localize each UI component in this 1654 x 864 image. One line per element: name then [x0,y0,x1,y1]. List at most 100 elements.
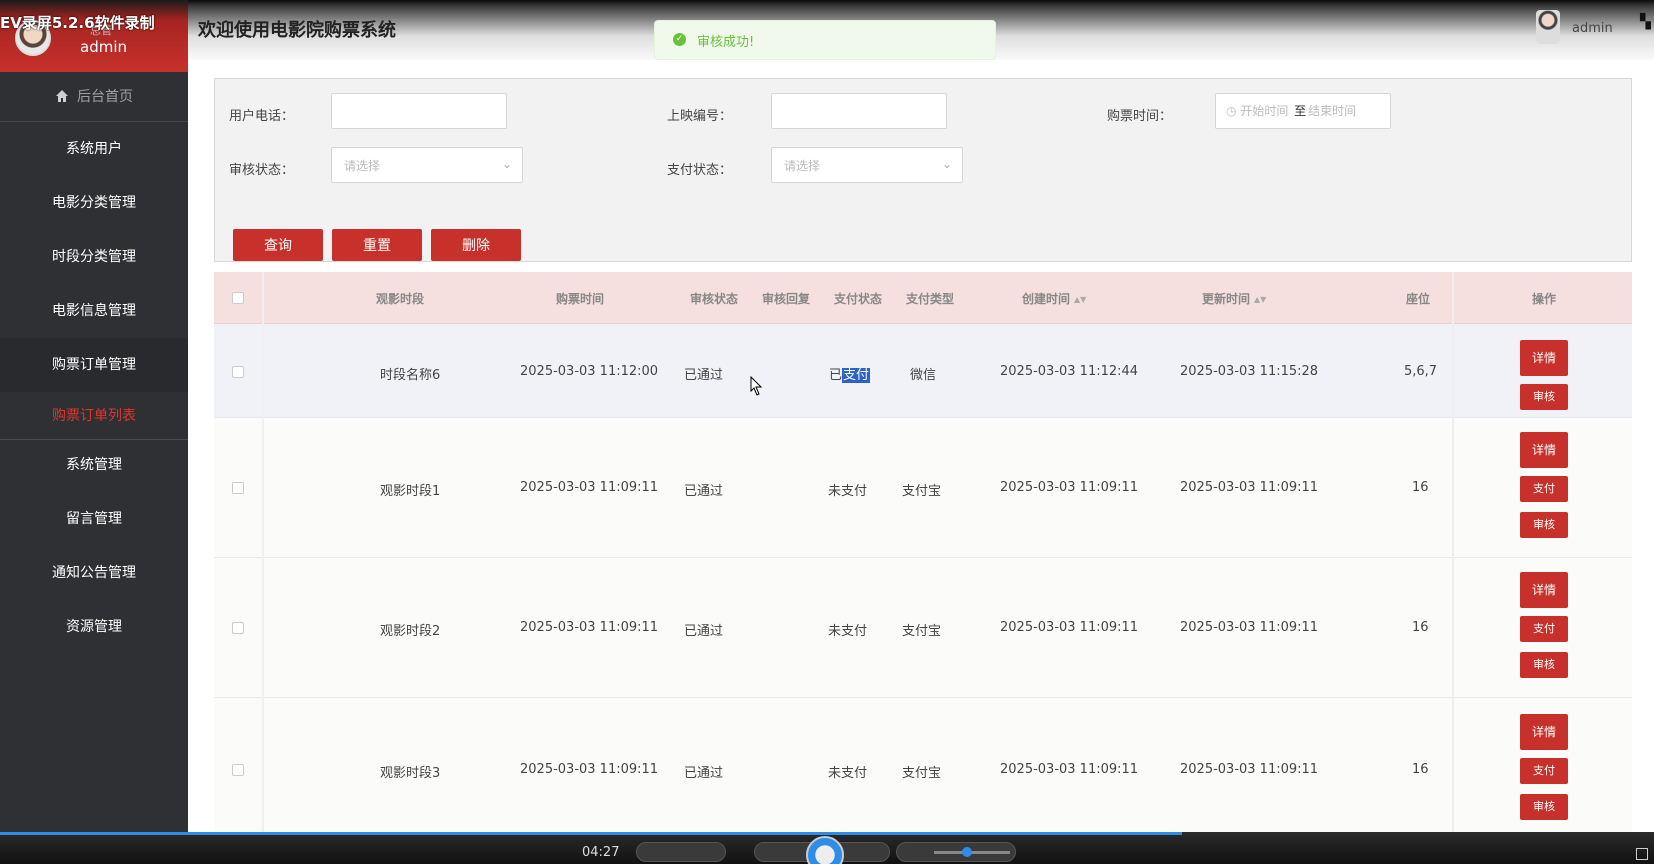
detail-button[interactable]: 详情 [1520,340,1568,376]
fullscreen-icon[interactable] [1636,848,1648,860]
sidebar-subitem-order-list[interactable]: 购票订单列表 [0,392,188,440]
cell-seat: 16 [1412,762,1429,777]
sort-icon[interactable]: ▲▼ [1254,295,1266,304]
top-username[interactable]: admin [1572,21,1613,36]
detail-button[interactable]: 详情 [1520,572,1568,608]
table-row[interactable]: 观影时段1 2025-03-03 11:09:11 已通过 未支付 支付宝 20… [214,418,1632,558]
pay-button[interactable]: 支付 [1520,758,1568,784]
range-separator: 至 [1294,104,1307,118]
phone-input[interactable] [331,93,507,129]
cell-pay-status: 已支付 [829,364,871,383]
audit-button[interactable]: 审核 [1520,794,1568,820]
cell-slot: 观影时段1 [380,484,441,499]
cell-updated: 2025-03-03 11:09:11 [1180,620,1319,635]
cell-updated: 2025-03-03 11:15:28 [1180,364,1319,379]
sidebar-item-notices[interactable]: 通知公告管理 [0,546,188,600]
buy-time-label: 购票时间： [1107,109,1173,124]
row-checkbox[interactable] [232,764,244,776]
home-icon [56,90,68,102]
volume-slider[interactable] [934,851,1010,854]
column-divider [262,272,264,864]
mouse-cursor-icon [750,376,762,396]
audit-button[interactable]: 审核 [1520,384,1568,410]
cell-seat: 5,6,7 [1404,364,1438,379]
sidebar-item-label: 购票订单列表 [52,408,136,424]
cell-slot: 观影时段3 [380,766,441,781]
page-title: 欢迎使用电影院购票系统 [198,20,396,41]
playback-time: 04:27 [582,845,620,860]
detail-button[interactable]: 详情 [1520,714,1568,750]
reset-button[interactable]: 重置 [332,229,422,261]
sidebar-item-home[interactable]: 后台首页 [0,72,188,122]
toast-message: 审核成功! [697,35,755,50]
buy-time-range-picker[interactable]: ◷ 开始时间 至结束时间 [1215,93,1391,129]
col-created[interactable]: 创建时间 ▲▼ [1022,290,1086,307]
cell-pay-status: 未支付 [828,766,868,781]
row-checkbox[interactable] [232,482,244,494]
table-row[interactable]: 时段名称6 2025-03-03 11:12:00 已通过 已支付 微信 202… [214,324,1632,418]
chevron-down-icon: ⌄ [501,157,512,171]
table-row[interactable]: 观影时段2 2025-03-03 11:09:11 已通过 未支付 支付宝 20… [214,558,1632,698]
detail-button[interactable]: 详情 [1520,432,1568,468]
query-button[interactable]: 查询 [233,229,323,261]
cell-pay-type: 支付宝 [902,624,942,639]
col-updated[interactable]: 更新时间 ▲▼ [1202,290,1266,307]
fixed-column-divider [1452,272,1454,864]
pay-status-select[interactable]: 请选择 ⌄ [771,147,963,183]
row-checkbox[interactable] [232,622,244,634]
sidebar-item-resources[interactable]: 资源管理 [0,600,188,654]
cell-slot: 观影时段2 [380,624,441,639]
col-buy-time: 购票时间 [556,292,605,306]
sidebar: 总管 admin 后台首页 系统用户 电影分类管理 时段分类管理 电影信息管理 … [0,0,188,864]
pay-status-prefix: 已 [829,368,843,383]
sidebar-item-label: 系统管理 [66,457,122,473]
sidebar-username: admin [80,38,127,56]
sort-icon[interactable]: ▲▼ [1074,295,1086,304]
cell-pay-status: 未支付 [828,624,868,639]
row-checkbox[interactable] [232,366,244,378]
playback-progress-fill [0,832,1182,835]
pay-button[interactable]: 支付 [1520,476,1568,502]
col-seat: 座位 [1406,292,1431,306]
col-audit-reply: 审核回复 [762,292,811,306]
sidebar-item-ticket-orders[interactable]: 购票订单管理 [0,338,188,392]
audit-button[interactable]: 审核 [1520,512,1568,538]
select-placeholder: 请选择 [784,159,821,173]
avatar[interactable] [1536,10,1560,44]
delete-button[interactable]: 删除 [431,229,521,261]
play-icon[interactable] [806,836,844,864]
cell-buy-time: 2025-03-03 11:09:11 [520,762,659,777]
volume-knob[interactable] [962,847,972,857]
cell-created: 2025-03-03 11:09:11 [1000,762,1139,777]
cell-pay-status: 未支付 [828,484,868,499]
cell-updated: 2025-03-03 11:09:11 [1180,480,1319,495]
selected-text: 支付 [842,368,871,383]
sidebar-item-movie-category[interactable]: 电影分类管理 [0,176,188,230]
audit-button[interactable]: 审核 [1520,652,1568,678]
sidebar-item-label: 资源管理 [66,619,122,635]
sidebar-item-messages[interactable]: 留言管理 [0,492,188,546]
cell-audit-status: 已通过 [684,368,724,383]
start-time-placeholder: 开始时间 [1240,104,1289,118]
pay-button[interactable]: 支付 [1520,616,1568,642]
phone-label: 用户电话： [229,109,295,124]
fullscreen-icon[interactable]: ▚ [1640,14,1654,30]
cell-audit-status: 已通过 [684,624,724,639]
cell-buy-time: 2025-03-03 11:09:11 [520,620,659,635]
player-controls-left[interactable] [636,842,726,862]
sidebar-item-movie-info[interactable]: 电影信息管理 [0,284,188,338]
audit-status-select[interactable]: 请选择 ⌄ [331,147,523,183]
sidebar-item-slot-category[interactable]: 时段分类管理 [0,230,188,284]
end-time-placeholder: 结束时间 [1308,104,1357,118]
sidebar-item-system-users[interactable]: 系统用户 [0,122,188,176]
cell-pay-type: 支付宝 [902,484,942,499]
cell-seat: 16 [1412,480,1429,495]
screening-input[interactable] [771,93,947,129]
sidebar-item-label: 留言管理 [66,511,122,527]
cell-slot: 时段名称6 [380,368,441,383]
table-row[interactable]: 观影时段3 2025-03-03 11:09:11 已通过 未支付 支付宝 20… [214,698,1632,838]
cell-seat: 16 [1412,620,1429,635]
select-all-checkbox[interactable] [232,292,244,304]
sidebar-item-system-manage[interactable]: 系统管理 [0,438,188,492]
cell-audit-status: 已通过 [684,484,724,499]
